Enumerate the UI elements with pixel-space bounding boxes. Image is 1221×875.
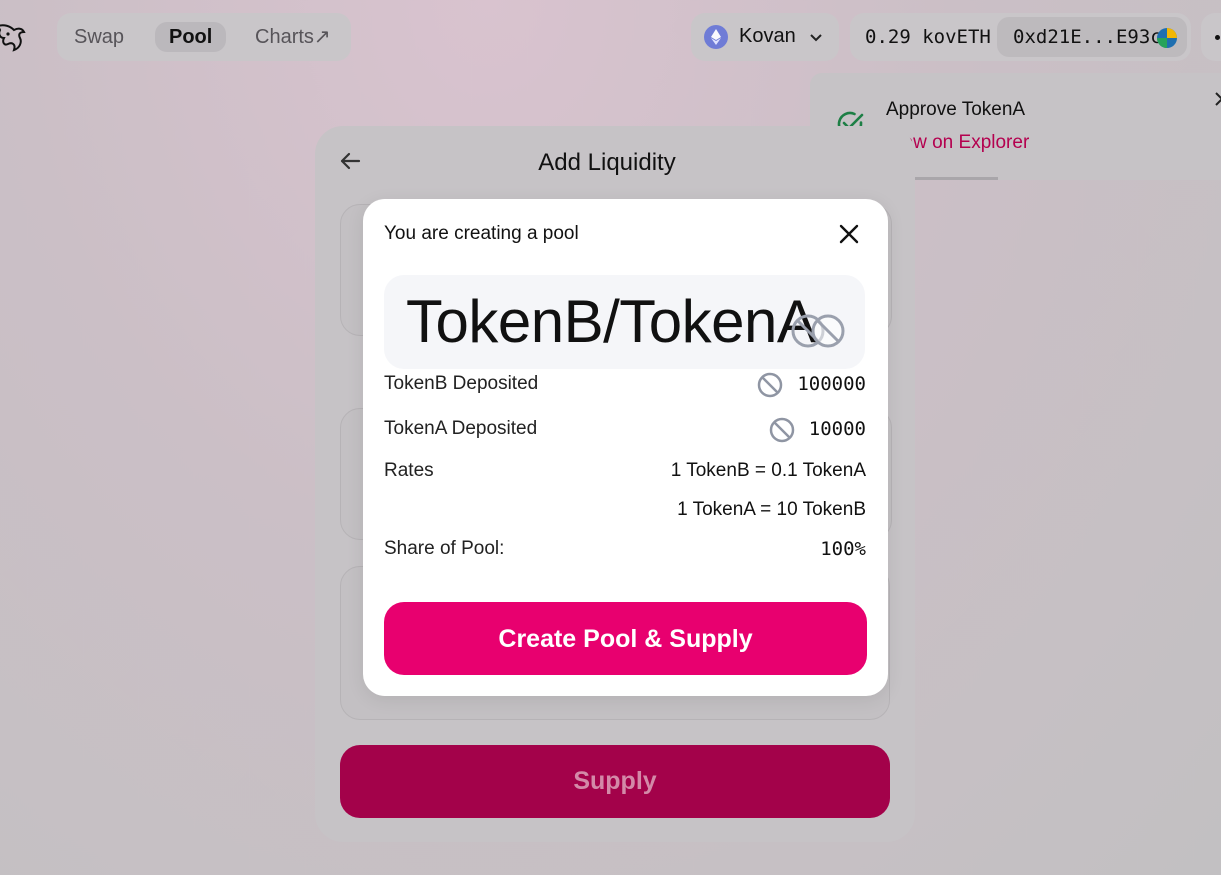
- tokena-deposited-amount: 10000: [808, 418, 866, 440]
- network-selector[interactable]: Kovan: [691, 13, 839, 61]
- token-placeholder-icon: [769, 417, 795, 443]
- nav-swap[interactable]: Swap: [60, 22, 138, 52]
- toast-title: Approve TokenA: [886, 99, 1026, 120]
- tokenb-deposited-label: TokenB Deposited: [384, 373, 539, 394]
- rate-b-to-a: 1 TokenB = 0.1 TokenA: [670, 460, 866, 481]
- nav-charts[interactable]: Charts↗: [241, 22, 345, 52]
- chevron-down-icon: [810, 34, 822, 42]
- ethereum-icon: [704, 25, 728, 49]
- tokenb-deposited-amount: 100000: [797, 373, 866, 395]
- share-of-pool-row: Share of Pool: 100%: [384, 536, 866, 564]
- unicorn-logo-icon[interactable]: [0, 20, 28, 54]
- pool-pair-box: TokenB/TokenA: [384, 275, 865, 369]
- share-of-pool-label: Share of Pool:: [384, 538, 505, 559]
- rates-row-2: 1 TokenA = 10 TokenB: [384, 497, 866, 525]
- rates-row: Rates 1 TokenB = 0.1 TokenA: [384, 458, 866, 486]
- tokenb-deposited-row: TokenB Deposited 100000: [384, 371, 866, 399]
- share-of-pool-value: 100%: [820, 538, 866, 560]
- rates-label: Rates: [384, 460, 434, 481]
- wallet-panel: 0.29 kovETH 0xd21E...E93c: [850, 13, 1191, 61]
- supply-button[interactable]: Supply: [340, 745, 890, 818]
- pool-pair-name: TokenB/TokenA: [406, 288, 817, 355]
- nav-tabs: Swap Pool Charts↗: [57, 13, 351, 61]
- create-pool-supply-button[interactable]: Create Pool & Supply: [384, 602, 867, 675]
- modal-heading: You are creating a pool: [384, 223, 579, 244]
- close-icon[interactable]: [837, 222, 861, 246]
- nav-pool[interactable]: Pool: [155, 22, 227, 52]
- account-button[interactable]: 0xd21E...E93c: [997, 17, 1187, 57]
- network-name: Kovan: [739, 25, 796, 47]
- rate-a-to-b: 1 TokenA = 10 TokenB: [677, 499, 866, 520]
- more-button[interactable]: [1201, 13, 1221, 61]
- create-pool-modal: You are creating a pool TokenB/TokenA To…: [363, 199, 888, 696]
- tokena-deposited-row: TokenA Deposited 10000: [384, 416, 866, 444]
- toast-close-icon[interactable]: [1214, 89, 1221, 109]
- account-address: 0xd21E...E93c: [1013, 26, 1162, 48]
- card-title: Add Liquidity: [538, 149, 676, 176]
- token-placeholder-icon: [791, 314, 845, 348]
- tokena-deposited-label: TokenA Deposited: [384, 418, 538, 439]
- more-icon: [1215, 35, 1220, 40]
- eth-balance: 0.29 kovETH: [865, 26, 991, 48]
- token-placeholder-icon: [757, 372, 783, 398]
- wallet-avatar-icon: [1157, 28, 1177, 48]
